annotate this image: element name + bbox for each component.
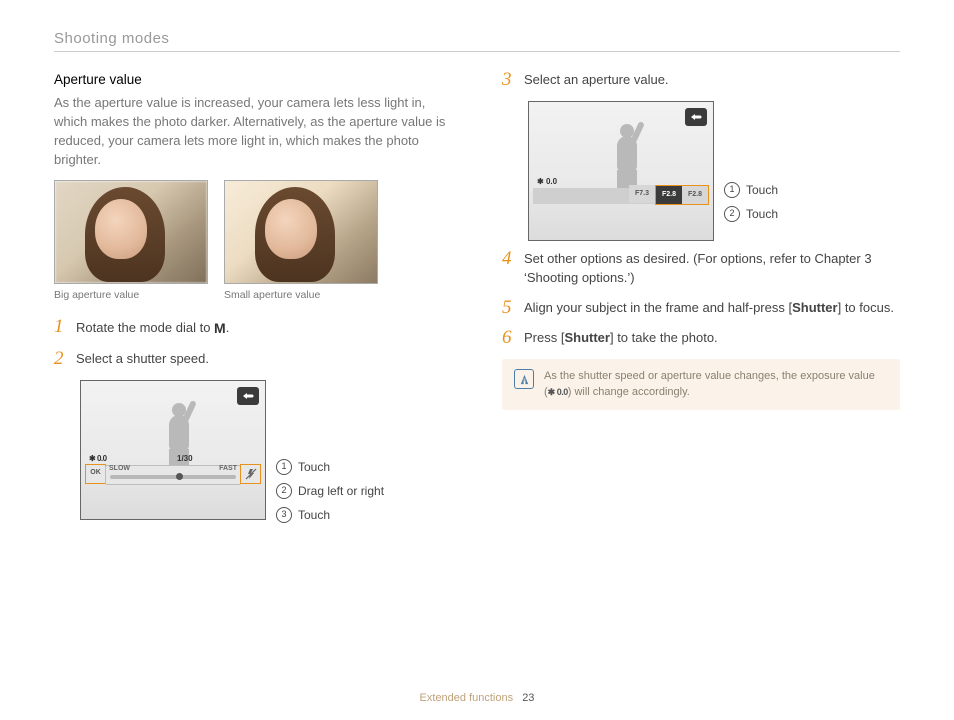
- aperture-values: F7.3 F2.8 F2.8: [629, 185, 709, 205]
- step-6: 6 Press [Shutter] to take the photo.: [502, 328, 900, 349]
- lcd-screen-aperture: ✱ 0.0 F7.3 F2.8 F2.8: [528, 101, 714, 241]
- left-column: Aperture value As the aperture value is …: [54, 70, 452, 532]
- step-number: 2: [54, 349, 68, 370]
- note-icon: [514, 369, 534, 389]
- mode-m-icon: M: [214, 318, 226, 338]
- step-1: 1 Rotate the mode dial to M.: [54, 317, 452, 338]
- aperture-f7.3: F7.3: [629, 185, 655, 203]
- aperture-subhead: Aperture value: [54, 70, 452, 90]
- callout-num-2: 2: [276, 483, 292, 499]
- aperture-callouts: 1 Touch 2 Touch: [724, 101, 778, 223]
- step-2: 2 Select a shutter speed.: [54, 349, 452, 370]
- aperture-f2.8-selected: F2.8: [656, 186, 682, 204]
- note-post: ) will change accordingly.: [568, 386, 690, 398]
- step-2-text: Select a shutter speed.: [76, 349, 209, 369]
- ok-button: OK: [85, 464, 106, 484]
- step-number: 6: [502, 328, 516, 349]
- footer-label: Extended functions: [420, 692, 514, 704]
- note-text: As the shutter speed or aperture value c…: [544, 369, 888, 400]
- slider-fast-label: FAST: [219, 464, 237, 475]
- photo-big-aperture: [54, 180, 208, 284]
- step-3: 3 Select an aperture value.: [502, 70, 900, 91]
- step-5-pre: Align your subject in the frame and half…: [524, 300, 792, 315]
- note-box: As the shutter speed or aperture value c…: [502, 359, 900, 410]
- page-footer: Extended functions 23: [0, 692, 954, 704]
- callout-num-1: 1: [276, 459, 292, 475]
- callout-2: Drag left or right: [298, 482, 384, 500]
- example-photos: Big aperture value Small aperture value: [54, 180, 452, 304]
- step-5-bold: Shutter: [792, 300, 838, 315]
- step-number: 3: [502, 70, 516, 91]
- callout-1: Touch: [746, 181, 778, 199]
- step-5: 5 Align your subject in the frame and ha…: [502, 298, 900, 319]
- callout-num-2: 2: [724, 206, 740, 222]
- step-1-pre: Rotate the mode dial to: [76, 320, 214, 335]
- callout-num-1: 1: [724, 182, 740, 198]
- shutter-slider: SLOW FAST: [105, 465, 241, 485]
- callout-1: Touch: [298, 458, 330, 476]
- caption-big: Big aperture value: [54, 288, 208, 304]
- lcd-screen-shutter: ✱ 0.0 1/30 OK SLOW FAST: [80, 380, 266, 520]
- aperture-body: As the aperture value is increased, your…: [54, 94, 452, 169]
- section-title: Shooting modes: [54, 30, 900, 47]
- step-5-text: Align your subject in the frame and half…: [524, 298, 894, 318]
- shutter-callouts: 1 Touch 2 Drag left or right 3 Touch: [276, 380, 384, 524]
- step-number: 4: [502, 249, 516, 270]
- slider-slow-label: SLOW: [109, 464, 130, 475]
- exposure-value: ✱ 0.0: [537, 176, 557, 188]
- callout-num-3: 3: [276, 507, 292, 523]
- step-number: 5: [502, 298, 516, 319]
- back-icon: [685, 108, 707, 126]
- caption-small: Small aperture value: [224, 288, 378, 304]
- step-1-post: .: [226, 320, 230, 335]
- no-flash-icon: [240, 464, 261, 484]
- aperture-f2.8: F2.8: [682, 186, 708, 204]
- photo-small-aperture: [224, 180, 378, 284]
- step-number: 1: [54, 317, 68, 338]
- callout-2: Touch: [746, 205, 778, 223]
- step-6-text: Press [Shutter] to take the photo.: [524, 328, 718, 348]
- note-ev-icon: ✱ 0.0: [548, 387, 568, 397]
- step-1-text: Rotate the mode dial to M.: [76, 317, 229, 338]
- step-3-text: Select an aperture value.: [524, 70, 669, 90]
- step-6-post: ] to take the photo.: [610, 330, 718, 345]
- back-icon: [237, 387, 259, 405]
- callout-3: Touch: [298, 506, 330, 524]
- step-6-bold: Shutter: [564, 330, 610, 345]
- step-6-pre: Press [: [524, 330, 564, 345]
- right-column: 3 Select an aperture value. ✱ 0.0 F7.3 F: [502, 70, 900, 532]
- page-number: 23: [522, 692, 534, 704]
- section-rule: [54, 51, 900, 52]
- shutter-value: 1/30: [177, 453, 193, 465]
- step-5-post: ] to focus.: [838, 300, 894, 315]
- step-4: 4 Set other options as desired. (For opt…: [502, 249, 900, 288]
- aperture-highlight: F2.8 F2.8: [655, 185, 709, 205]
- step-4-text: Set other options as desired. (For optio…: [524, 249, 900, 288]
